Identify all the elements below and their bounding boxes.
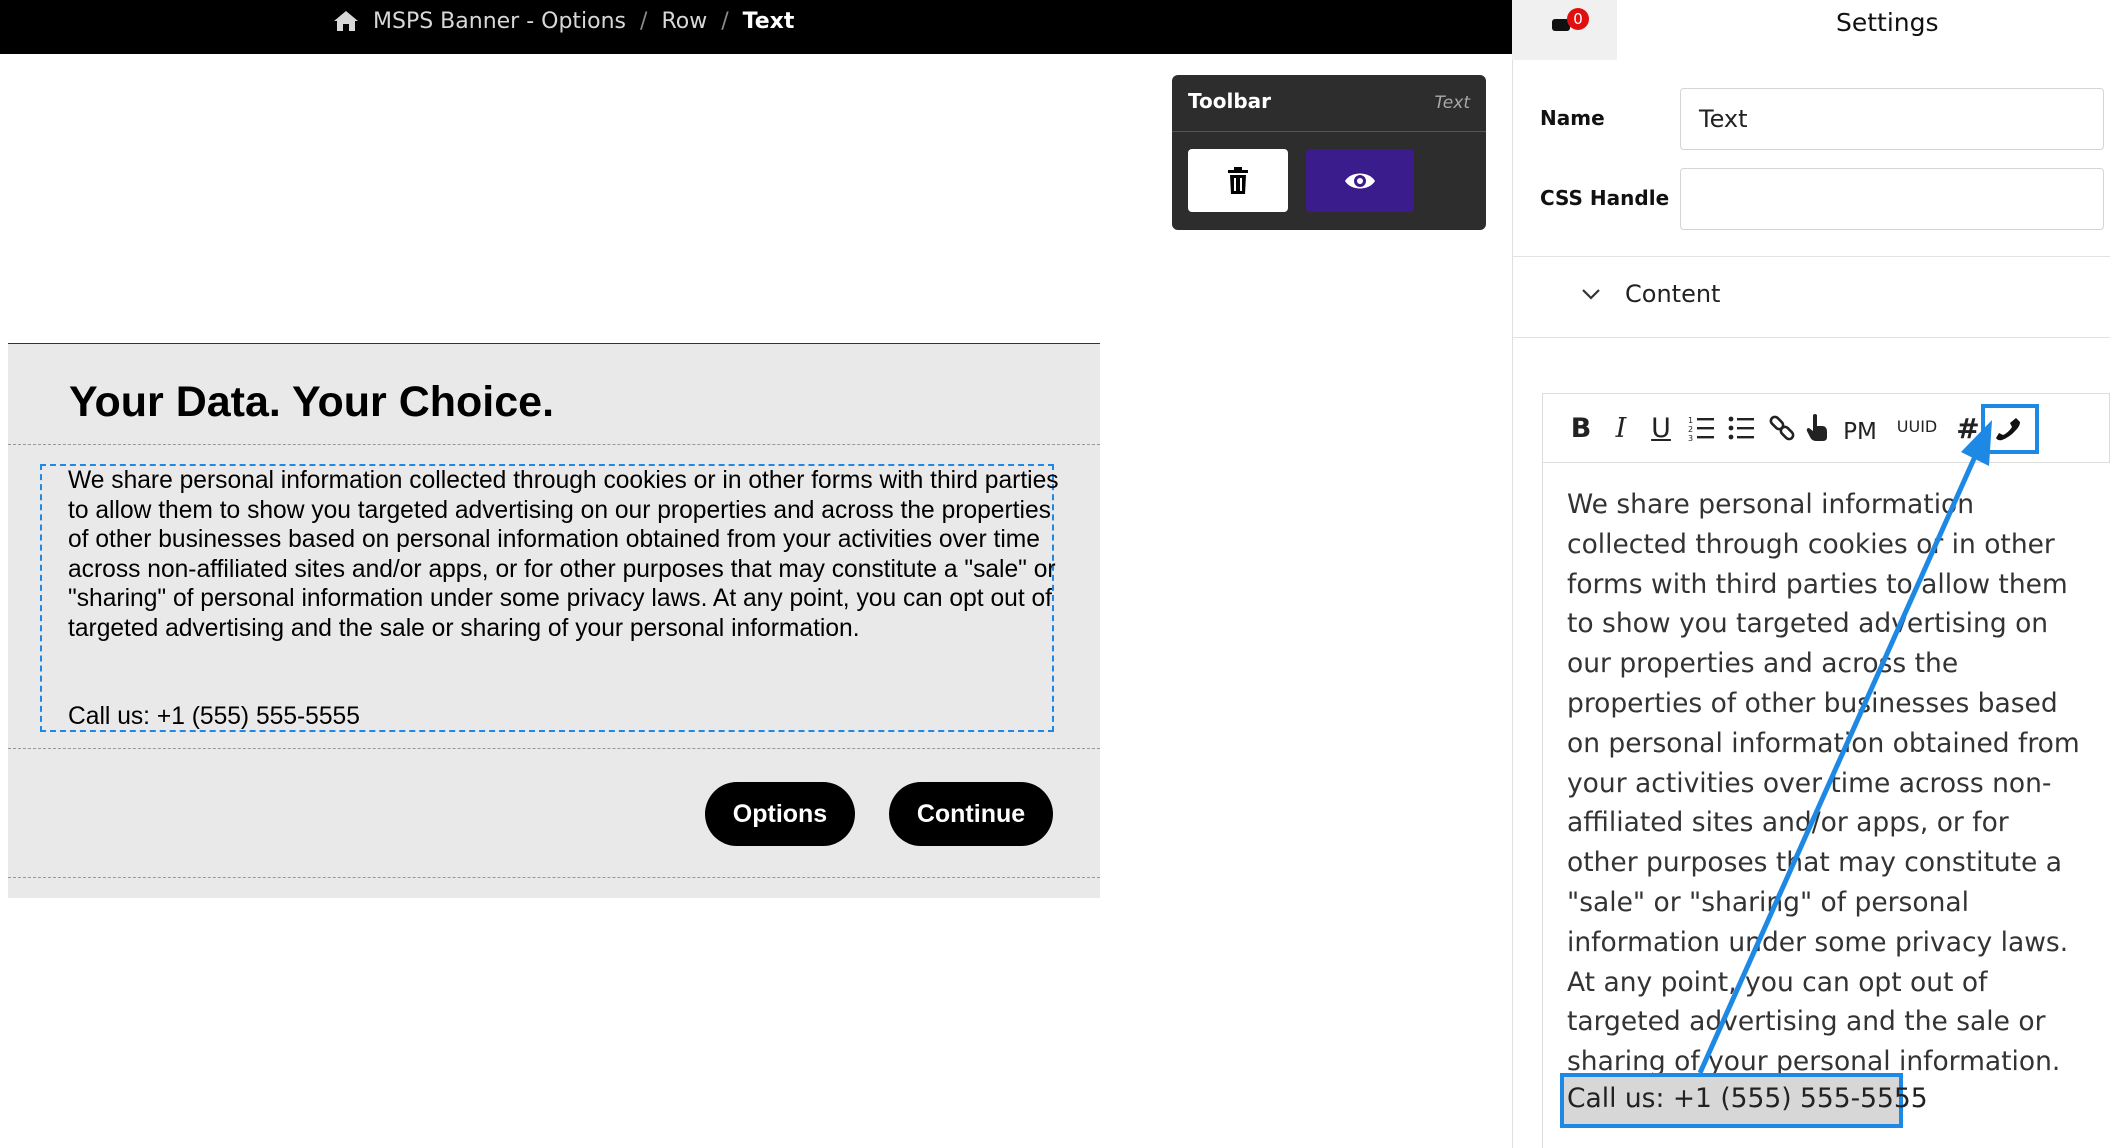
content-section-toggle[interactable]: Content [1625, 280, 1720, 308]
divider [1512, 256, 2110, 257]
editor-text[interactable]: We share personal information collected … [1567, 485, 2087, 1082]
breadcrumb-separator: / [721, 8, 729, 34]
phone-button-highlight [1981, 404, 2039, 454]
bullet-list-icon[interactable] [1728, 414, 1754, 442]
breadcrumb: MSPS Banner - Options / Row / Text [333, 0, 794, 42]
consent-banner: Your Data. Your Choice. We share persona… [8, 343, 1100, 898]
divider [1512, 337, 2110, 338]
toolbar-divider [1172, 131, 1486, 132]
element-toolbar: Toolbar Text [1172, 75, 1486, 230]
pointer-icon[interactable] [1806, 413, 1830, 443]
divider [8, 748, 1100, 749]
delete-button[interactable] [1188, 149, 1288, 212]
toolbar-element-type: Text [1434, 93, 1470, 113]
options-button[interactable]: Options [705, 782, 855, 846]
eye-icon [1345, 173, 1375, 188]
ordered-list-icon[interactable]: 1 2 3 [1688, 414, 1714, 442]
italic-button[interactable]: I [1608, 412, 1634, 444]
divider [8, 444, 1100, 445]
pm-button[interactable]: PM [1840, 416, 1880, 448]
svg-text:2: 2 [1688, 425, 1693, 434]
home-icon[interactable] [333, 10, 359, 32]
notification-badge-icon[interactable]: 0 [1552, 7, 1592, 37]
hash-button[interactable]: # [1955, 412, 1981, 445]
chevron-down-icon[interactable] [1580, 283, 1602, 305]
divider [8, 877, 1100, 878]
link-icon[interactable] [1768, 414, 1796, 442]
preview-button[interactable] [1306, 149, 1414, 212]
breadcrumb-item-row[interactable]: Row [661, 9, 707, 34]
banner-body-text: We share personal information collected … [68, 467, 1059, 642]
svg-text:3: 3 [1688, 434, 1693, 442]
breadcrumb-item-banner[interactable]: MSPS Banner - Options [373, 9, 626, 34]
continue-button[interactable]: Continue [889, 782, 1053, 846]
uuid-button[interactable]: UUID [1894, 410, 1940, 442]
banner-phone-text: Call us: +1 (555) 555-5555 [68, 703, 360, 730]
toolbar-title: Toolbar [1188, 89, 1271, 113]
notification-count: 0 [1573, 10, 1583, 28]
css-handle-input[interactable] [1680, 168, 2104, 230]
trash-icon [1228, 166, 1248, 194]
breadcrumb-separator: / [640, 8, 648, 34]
breadcrumb-current: Text [742, 8, 795, 34]
css-handle-label: CSS Handle [1540, 186, 1670, 210]
bold-button[interactable]: B [1567, 412, 1595, 444]
svg-text:1: 1 [1688, 416, 1693, 425]
underline-button[interactable]: U [1647, 412, 1675, 444]
banner-title: Your Data. Your Choice. [69, 378, 555, 426]
editor-phone-text[interactable]: Call us: +1 (555) 555-5555 [1567, 1083, 1928, 1114]
name-input[interactable]: Text [1680, 88, 2104, 150]
settings-title: Settings [1836, 8, 1939, 37]
name-label: Name [1540, 106, 1605, 130]
